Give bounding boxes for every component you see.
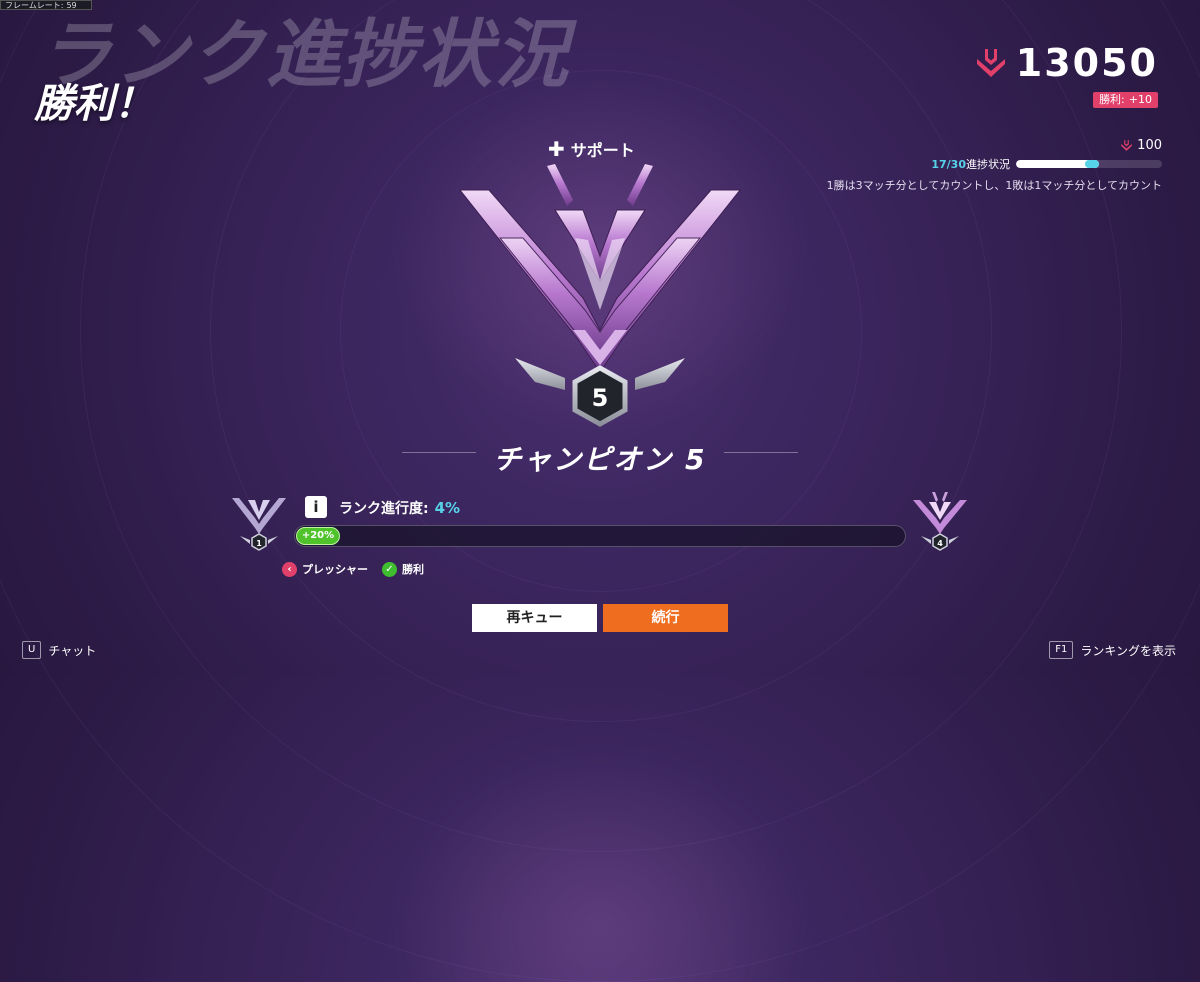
modifier-win[interactable]: ✓ 勝利 — [382, 561, 424, 577]
modifier-label: 勝利 — [402, 563, 424, 576]
frame-rate-label: フレームレート: — [5, 1, 64, 10]
rank-progress-label: ランク進行度: — [339, 501, 429, 517]
ranking-hint[interactable]: F1 ランキングを表示 — [1049, 641, 1176, 659]
rank-progress-bar — [294, 525, 906, 547]
rank-tier-number: 5 — [592, 384, 609, 412]
chat-label: チャット — [48, 643, 97, 658]
rank-gain-pill: +20% — [296, 527, 340, 545]
chevron-left-icon: ‹ — [282, 561, 297, 577]
win-delta-value: +10 — [1128, 93, 1152, 106]
progress-label: 進捗状況 — [966, 158, 1010, 171]
modifier-list: ‹ プレッシャー ✓ 勝利 — [282, 561, 424, 577]
modifier-label: プレッシャー — [302, 563, 368, 576]
rank-progress-percent: 4% — [434, 499, 461, 517]
frame-rate-counter: フレームレート: 59 — [0, 0, 92, 10]
plus-icon: ✚ — [548, 137, 565, 161]
ranking-label: ランキングを表示 — [1080, 643, 1176, 658]
match-result-title: 勝利！ — [34, 81, 154, 127]
key-f1: F1 — [1049, 641, 1074, 659]
progress-target: 100 — [1120, 138, 1162, 153]
previous-division-emblem: 1 — [232, 498, 286, 551]
previous-division-number: 1 — [256, 539, 262, 548]
requeue-button[interactable]: 再キュー — [472, 604, 597, 632]
frame-rate-value: 59 — [66, 1, 77, 10]
skill-rating: 13050 — [974, 44, 1158, 82]
skill-rating-value: 13050 — [1015, 41, 1158, 85]
progress-bar-fill — [1016, 160, 1099, 168]
role-label: ✚ サポート — [548, 137, 635, 161]
progress-tracker: 17/30 進捗状況 — [931, 156, 1162, 172]
chat-hint[interactable]: U チャット — [22, 641, 96, 659]
win-delta-badge: 勝利: +10 — [1093, 92, 1158, 108]
rank-emblem: 5 — [458, 164, 742, 427]
rank-chevron-icon — [976, 49, 1005, 77]
next-division-number: 4 — [937, 539, 943, 548]
key-u: U — [22, 641, 42, 659]
progress-bar — [1016, 160, 1162, 168]
progress-count: 17/30 — [931, 157, 966, 171]
role-name: サポート — [570, 141, 635, 160]
rank-chevron-icon — [1121, 140, 1133, 151]
progress-note: 1勝は3マッチ分としてカウントし、1敗は1マッチ分としてカウント — [826, 179, 1162, 192]
continue-button[interactable]: 続行 — [603, 604, 728, 632]
rank-progress-label-row: ランク進行度: 4% — [339, 498, 460, 518]
info-icon[interactable]: i — [305, 496, 327, 518]
progress-target-value: 100 — [1137, 138, 1162, 153]
modifier-pressure[interactable]: ‹ プレッシャー — [282, 561, 368, 577]
win-delta-label: 勝利: — [1099, 93, 1125, 106]
check-icon: ✓ — [382, 561, 397, 577]
rank-name: チャンピオン 5 — [493, 443, 707, 476]
next-division-emblem: 4 — [913, 492, 967, 551]
